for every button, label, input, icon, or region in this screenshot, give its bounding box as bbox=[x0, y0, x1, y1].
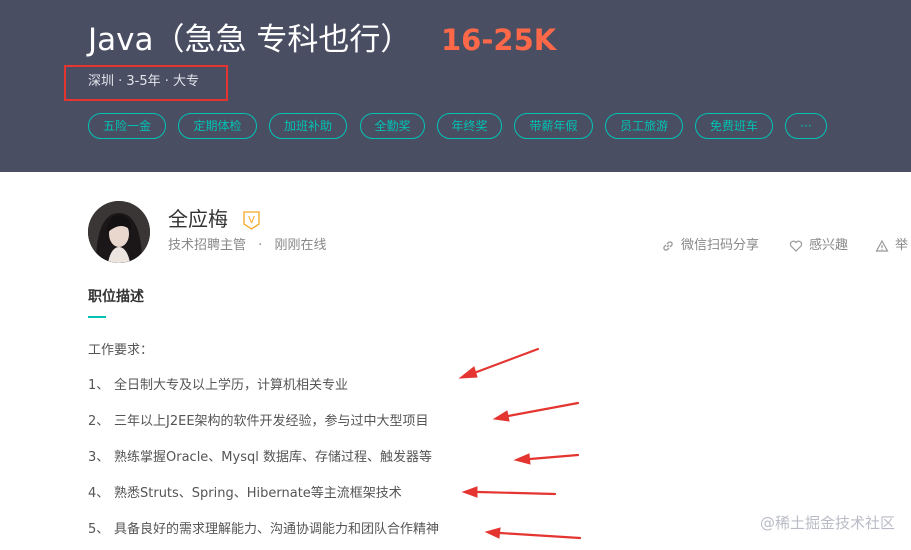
recruiter-avatar[interactable] bbox=[88, 201, 150, 263]
requirement-item: 3、 熟练掌握Oracle、Mysql 数据库、存储过程、触发器等 bbox=[88, 448, 432, 468]
benefit-tag[interactable]: 五险一金 bbox=[88, 113, 166, 139]
benefit-tag[interactable]: 免费班车 bbox=[695, 113, 773, 139]
recruiter-role: 技术招聘主管 bbox=[168, 238, 247, 253]
requirement-item: 4、 熟悉Struts、Spring、Hibernate等主流框架技术 bbox=[88, 484, 402, 504]
svg-text:V: V bbox=[248, 215, 255, 226]
report-button[interactable]: 举 bbox=[875, 237, 908, 255]
annotation-arrow bbox=[476, 490, 557, 496]
benefit-tag[interactable]: 年终奖 bbox=[437, 113, 502, 139]
separator-dot: · bbox=[258, 238, 263, 253]
annotation-arrowhead bbox=[484, 527, 501, 539]
requirement-text: 熟练掌握Oracle、Mysql 数据库、存储过程、触发器等 bbox=[114, 450, 432, 465]
requirement-number: 5、 bbox=[88, 522, 110, 537]
verified-badge-icon: V bbox=[243, 211, 260, 230]
benefit-tag[interactable]: 带薪年假 bbox=[514, 113, 593, 139]
requirement-text: 三年以上J2EE架构的软件开发经验，参与过中大型项目 bbox=[114, 414, 429, 429]
heart-icon bbox=[789, 240, 803, 252]
favorite-label: 感兴趣 bbox=[809, 238, 849, 253]
requirement-number: 4、 bbox=[88, 486, 110, 501]
recruiter-name: 全应梅 bbox=[168, 207, 228, 231]
report-label: 举 bbox=[895, 238, 909, 253]
benefit-tag[interactable]: 定期体检 bbox=[178, 113, 257, 139]
warning-icon bbox=[875, 239, 889, 252]
requirements-intro: 工作要求： bbox=[88, 343, 154, 358]
favorite-button[interactable]: 感兴趣 bbox=[789, 237, 848, 255]
recruiter-subtitle: 技术招聘主管 · 刚刚在线 bbox=[168, 237, 326, 255]
requirement-number: 3、 bbox=[88, 450, 110, 465]
requirement-text: 全日制大专及以上学历，计算机相关专业 bbox=[114, 378, 349, 393]
annotation-arrowhead bbox=[458, 366, 478, 379]
recruiter-online-status: 刚刚在线 bbox=[274, 238, 327, 253]
job-title: Java（急急 专科也行） bbox=[88, 22, 412, 58]
truncated-top-text: — bbox=[88, 0, 102, 6]
wechat-share-button[interactable]: 微信扫码分享 bbox=[661, 237, 759, 255]
annotation-arrow bbox=[528, 453, 580, 461]
annotation-arrow bbox=[506, 401, 580, 418]
more-benefits-button[interactable]: ··· bbox=[785, 113, 827, 139]
requirement-item: 2、 三年以上J2EE架构的软件开发经验，参与过中大型项目 bbox=[88, 412, 429, 432]
annotation-arrowhead bbox=[461, 486, 478, 498]
requirement-number: 2、 bbox=[88, 414, 110, 429]
annotation-arrow bbox=[498, 531, 582, 540]
benefit-tag[interactable]: 加班补助 bbox=[269, 113, 347, 139]
requirement-item: 1、 全日制大专及以上学历，计算机相关专业 bbox=[88, 376, 348, 396]
wechat-share-label: 微信扫码分享 bbox=[681, 238, 760, 253]
job-meta-location-experience-education: 深圳 · 3-5年 · 大专 bbox=[88, 74, 200, 89]
link-icon bbox=[663, 241, 673, 251]
benefit-tag[interactable]: 员工旅游 bbox=[605, 113, 683, 139]
job-header-banner: — Java（急急 专科也行） 16-25K 深圳 · 3-5年 · 大专 五险… bbox=[0, 0, 911, 172]
requirement-text: 熟悉Struts、Spring、Hibernate等主流框架技术 bbox=[114, 486, 402, 501]
site-watermark: @稀土掘金技术社区 bbox=[759, 514, 895, 532]
annotation-arrow bbox=[472, 347, 540, 375]
requirement-text: 具备良好的需求理解能力、沟通协调能力和团队合作精神 bbox=[114, 522, 440, 537]
requirement-item: 5、 具备良好的需求理解能力、沟通协调能力和团队合作精神 bbox=[88, 520, 439, 540]
annotation-arrowhead bbox=[513, 453, 531, 465]
job-description-heading: 职位描述 bbox=[88, 289, 144, 305]
annotation-arrowhead bbox=[492, 410, 510, 422]
salary-range: 16-25K bbox=[441, 23, 557, 57]
requirement-number: 1、 bbox=[88, 378, 110, 393]
benefit-tag[interactable]: 全勤奖 bbox=[360, 113, 425, 139]
heading-underline bbox=[88, 316, 106, 318]
